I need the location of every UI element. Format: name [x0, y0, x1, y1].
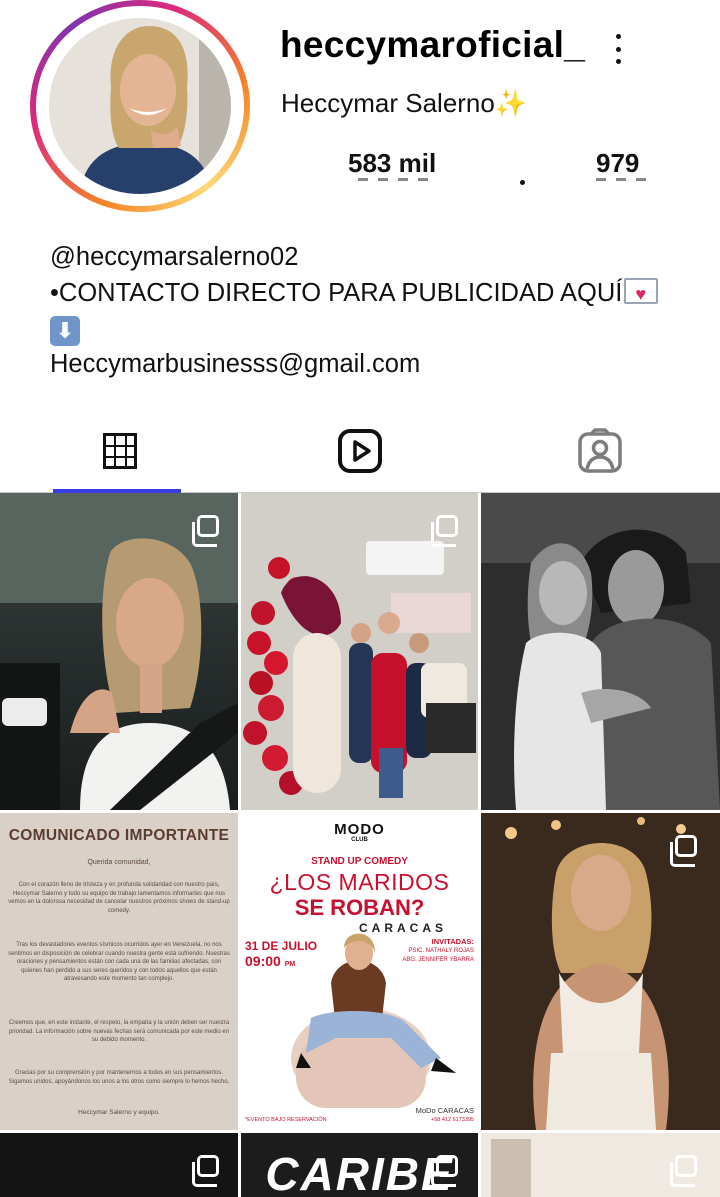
- post-9[interactable]: [481, 1133, 720, 1197]
- carousel-icon: [670, 835, 697, 867]
- grid-icon: [103, 433, 137, 469]
- bio-contact-line: •CONTACTO DIRECTO PARA PUBLICIDAD AQUÍ: [50, 276, 700, 312]
- stat-following-value[interactable]: 979: [596, 148, 639, 179]
- bio-contact-text: •CONTACTO DIRECTO PARA PUBLICIDAD AQUÍ: [50, 278, 623, 307]
- post-4-greeting: Querida comunidad,: [87, 859, 151, 866]
- down-arrow-icon: ⬇: [50, 316, 80, 346]
- post-5-guests-title: INVITADAS:: [431, 937, 474, 946]
- post-4-para-4: Gracias por su comprensión y por mantene…: [8, 1070, 230, 1085]
- love-letter-icon: [624, 277, 659, 312]
- post-9-shape: [491, 1139, 531, 1197]
- post-5-footer-phone: +58 412 6173395: [431, 1117, 474, 1123]
- post-8[interactable]: CARIBE: [241, 1133, 478, 1197]
- carousel-icon: [192, 515, 219, 547]
- post-5-kicker: STAND UP COMEDY: [311, 856, 408, 867]
- stat-followers-label-clipped: [358, 178, 438, 188]
- post-5-time-value: 09:00: [245, 953, 281, 969]
- post-5-headline-1: ¿LOS MARIDOS: [269, 869, 450, 895]
- post-5-date: 31 DE JULIO: [245, 939, 318, 953]
- post-5-footer-brand: MoDo CARACAS: [415, 1106, 474, 1115]
- tab-tagged[interactable]: [480, 410, 720, 492]
- post-5-footer-note: *EVENTO BAJO RESERVACIÓN: [245, 1117, 327, 1123]
- stat-following-label-clipped: [596, 178, 656, 188]
- post-4-para-1: Con el corazón lleno de tristeza y en pr…: [8, 882, 230, 914]
- post-4-title: COMUNICADO IMPORTANTE: [8, 827, 230, 844]
- post-3-photo: [481, 493, 720, 810]
- more-options-icon[interactable]: [604, 34, 632, 64]
- post-6[interactable]: [481, 813, 720, 1130]
- story-ring-gap: [36, 6, 244, 206]
- profile-username: heccymaroficial_: [280, 24, 586, 65]
- profile-bio: @heccymarsalerno02 •CONTACTO DIRECTO PAR…: [50, 240, 700, 382]
- post-4-signature: Heccymar Salerno y equipo.: [78, 1109, 160, 1116]
- post-4-para-2: Tras los devastadores eventos sísmicos o…: [8, 942, 230, 983]
- post-5[interactable]: MODO CLUB STAND UP COMEDY ¿LOS MARIDOS S…: [241, 813, 478, 1130]
- post-5-headline-2: SE ROBAN?: [294, 895, 425, 920]
- carousel-icon: [192, 1155, 219, 1187]
- profile-display-name: Heccymar Salerno✨: [281, 88, 528, 118]
- profile-avatar[interactable]: [49, 18, 231, 194]
- post-5-time-suffix: PM: [284, 961, 296, 968]
- story-ring[interactable]: [30, 0, 250, 212]
- post-7[interactable]: [0, 1133, 238, 1197]
- post-4[interactable]: COMUNICADO IMPORTANTE Querida comunidad,…: [0, 813, 238, 1130]
- post-4-para-3: Creemos que, en este instante, el respet…: [8, 1020, 230, 1044]
- bio-email[interactable]: Heccymarbusinesss@gmail.com: [50, 347, 700, 383]
- post-5-guest-2: ABG. JENNIFER YBARRA: [402, 957, 474, 963]
- bio-linked-account[interactable]: @heccymarsalerno02: [50, 240, 700, 276]
- tab-reels[interactable]: [240, 410, 480, 492]
- post-2[interactable]: [241, 493, 478, 810]
- tagged-icon: [578, 428, 622, 473]
- bio-arrow-line: ⬇: [50, 311, 700, 347]
- stat-separator: [520, 180, 525, 185]
- post-5-city: CARACAS: [359, 921, 447, 935]
- stat-followers-value[interactable]: 583 mil: [348, 148, 436, 179]
- post-5-logo-sub: CLUB: [351, 837, 368, 843]
- reels-icon: [338, 429, 382, 473]
- post-1[interactable]: [0, 493, 238, 810]
- carousel-icon: [431, 1155, 458, 1187]
- post-3[interactable]: [481, 493, 720, 810]
- carousel-icon: [670, 1155, 697, 1187]
- carousel-icon: [431, 515, 458, 547]
- post-5-guest-1: PSIC. NATHALY ROJAS: [408, 948, 474, 954]
- post-5-time: 09:00 PM: [245, 953, 295, 969]
- profile-tabs: [0, 410, 720, 493]
- post-5-logo: MODO: [334, 821, 385, 838]
- avatar-photo: [49, 18, 231, 194]
- tab-posts[interactable]: [0, 410, 240, 493]
